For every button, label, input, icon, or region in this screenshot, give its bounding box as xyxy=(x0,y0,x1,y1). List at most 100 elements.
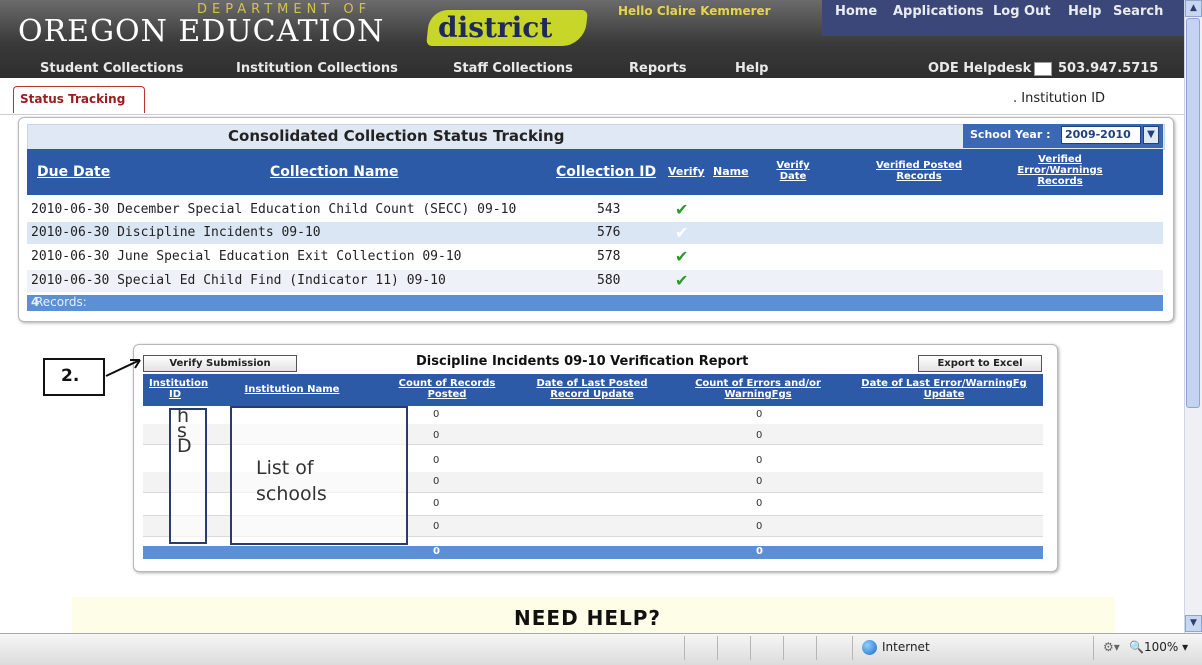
consolidated-title: Consolidated Collection Status Tracking xyxy=(228,127,565,145)
check-faded-icon: ✔ xyxy=(675,223,689,242)
collection-row-text: 2010-06-30 Special Ed Child Find (Indica… xyxy=(31,273,446,288)
col-institution-name[interactable]: Institution Name xyxy=(232,384,352,395)
scroll-up-icon[interactable]: ▲ xyxy=(1185,0,1202,17)
chevron-down-icon[interactable]: ▼ xyxy=(1143,126,1159,144)
col-due-date[interactable]: Due Date xyxy=(37,164,110,180)
globe-icon xyxy=(862,640,877,655)
collection-row[interactable]: 2010-06-30 December Special Education Ch… xyxy=(27,199,1163,221)
nav-help[interactable]: Help xyxy=(735,61,768,76)
check-icon: ✔ xyxy=(675,271,689,290)
top-nav-logout[interactable]: Log Out xyxy=(993,4,1051,19)
errors-count: 0 xyxy=(756,521,763,532)
check-icon: ✔ xyxy=(675,247,689,266)
scrollbar-thumb[interactable] xyxy=(1186,18,1200,408)
logo-district: district xyxy=(426,10,588,46)
col-last-posted[interactable]: Date of Last Posted Record Update xyxy=(518,378,666,400)
annotation-arrow-icon xyxy=(105,359,141,377)
collection-id: 543 xyxy=(597,202,621,217)
zoom-value: 100% xyxy=(1143,640,1179,654)
institution-id-label: . Institution ID xyxy=(1013,91,1106,106)
col-count-errors[interactable]: Count of Errors and/or WarningFgs xyxy=(678,378,838,400)
collection-id: 580 xyxy=(597,273,621,288)
col-verify-date[interactable]: Verify Date xyxy=(775,160,811,182)
phone-icon xyxy=(1034,62,1052,76)
browser-status-bar xyxy=(0,633,1202,665)
errors-count: 0 xyxy=(756,430,763,441)
top-nav-search[interactable]: Search xyxy=(1113,4,1163,19)
zoom-icon: 🔍 xyxy=(1129,640,1144,654)
col-last-error[interactable]: Date of Last Error/WarningFg Update xyxy=(858,378,1030,400)
school-year-label: School Year : xyxy=(970,128,1051,141)
col-institution-id[interactable]: Institution ID xyxy=(149,378,208,400)
annotation-step-number: 2. xyxy=(61,366,80,386)
collection-id: 576 xyxy=(597,225,621,240)
top-nav-applications[interactable]: Applications xyxy=(893,4,984,19)
status-divider xyxy=(684,636,685,660)
errors-count: 0 xyxy=(756,498,763,509)
verify-submission-button[interactable]: Verify Submission xyxy=(143,355,297,372)
zoom-level[interactable]: 🔍100% ▾ xyxy=(1129,640,1188,654)
col-count-records[interactable]: Count of Records Posted xyxy=(388,378,506,400)
tab-status-tracking-label: Status Tracking xyxy=(20,92,126,106)
tab-status-tracking[interactable]: Status Tracking xyxy=(13,86,145,113)
records-count: Records: 4 xyxy=(31,295,87,309)
nav-reports[interactable]: Reports xyxy=(629,61,686,76)
errors-count: 0 xyxy=(756,455,763,466)
status-divider xyxy=(1093,636,1094,660)
records-posted: 0 xyxy=(433,430,440,441)
status-divider xyxy=(852,636,853,660)
due-date: 2010-06-30 xyxy=(31,273,110,288)
tab-bar xyxy=(0,78,1184,115)
records-posted: 0 xyxy=(433,498,440,509)
annotation-text-hsd: hsD xyxy=(177,405,192,457)
helpdesk-label: ODE Helpdesk xyxy=(928,61,1032,76)
col-collection-id[interactable]: Collection ID xyxy=(556,164,656,180)
collection-row-text: 2010-06-30 December Special Education Ch… xyxy=(31,202,516,217)
records-posted: 0 xyxy=(433,521,440,532)
collection-row[interactable]: 2010-06-30 June Special Education Exit C… xyxy=(27,246,1163,268)
due-date: 2010-06-30 xyxy=(31,202,110,217)
top-nav-help[interactable]: Help xyxy=(1068,4,1101,19)
col-name[interactable]: Name xyxy=(713,165,749,178)
collection-id: 578 xyxy=(597,249,621,264)
security-zone: Internet xyxy=(882,640,930,654)
nav-institution-collections[interactable]: Institution Collections xyxy=(236,61,398,76)
total-errors: 0 xyxy=(756,546,763,557)
helpdesk-phone: 503.947.5715 xyxy=(1058,61,1159,76)
status-divider xyxy=(816,636,817,660)
records-label: Records: xyxy=(35,295,87,309)
collection-row[interactable]: 2010-06-30 Discipline Incidents 09-10 57… xyxy=(27,222,1163,244)
total-records: 0 xyxy=(433,546,440,557)
due-date: 2010-06-30 xyxy=(31,225,110,240)
verification-totals: 00 xyxy=(143,546,1043,559)
status-divider xyxy=(783,636,784,660)
logo-oregon-education: OREGON EDUCATION xyxy=(18,14,385,49)
nav-staff-collections[interactable]: Staff Collections xyxy=(453,61,573,76)
school-year-select[interactable]: 2009-2010 xyxy=(1061,126,1141,144)
status-divider xyxy=(750,636,751,660)
col-verified-posted[interactable]: Verified Posted Records xyxy=(860,160,978,182)
logo-district-text: district xyxy=(438,11,553,44)
nav-student-collections[interactable]: Student Collections xyxy=(40,61,183,76)
col-verify[interactable]: Verify xyxy=(668,165,705,178)
col-collection-name[interactable]: Collection Name xyxy=(270,164,398,180)
collection-name: Discipline Incidents 09-10 xyxy=(117,225,321,240)
records-posted: 0 xyxy=(433,455,440,466)
export-excel-button[interactable]: Export to Excel xyxy=(918,355,1042,372)
collection-row-text: 2010-06-30 June Special Education Exit C… xyxy=(31,249,461,264)
top-nav-home[interactable]: Home xyxy=(835,4,877,19)
collection-row[interactable]: 2010-06-30 Special Ed Child Find (Indica… xyxy=(27,270,1163,292)
errors-count: 0 xyxy=(756,476,763,487)
col-verified-errors[interactable]: Verified Error/Warnings Records xyxy=(995,154,1125,187)
protected-mode-icon[interactable]: ⚙▾ xyxy=(1103,640,1120,654)
status-divider xyxy=(717,636,718,660)
collection-row-text: 2010-06-30 Discipline Incidents 09-10 xyxy=(31,225,321,240)
scroll-down-icon[interactable]: ▼ xyxy=(1185,615,1202,632)
errors-count: 0 xyxy=(756,409,763,420)
greeting-prefix: Hello xyxy=(618,4,653,18)
need-help-link[interactable]: NEED HELP? xyxy=(514,606,661,630)
annotation-text-schools: List of schools xyxy=(256,457,327,505)
annotation-step-label: 2. xyxy=(43,358,105,396)
collection-name: June Special Education Exit Collection 0… xyxy=(117,249,462,264)
greeting: Hello Claire Kemmerer xyxy=(618,4,771,18)
